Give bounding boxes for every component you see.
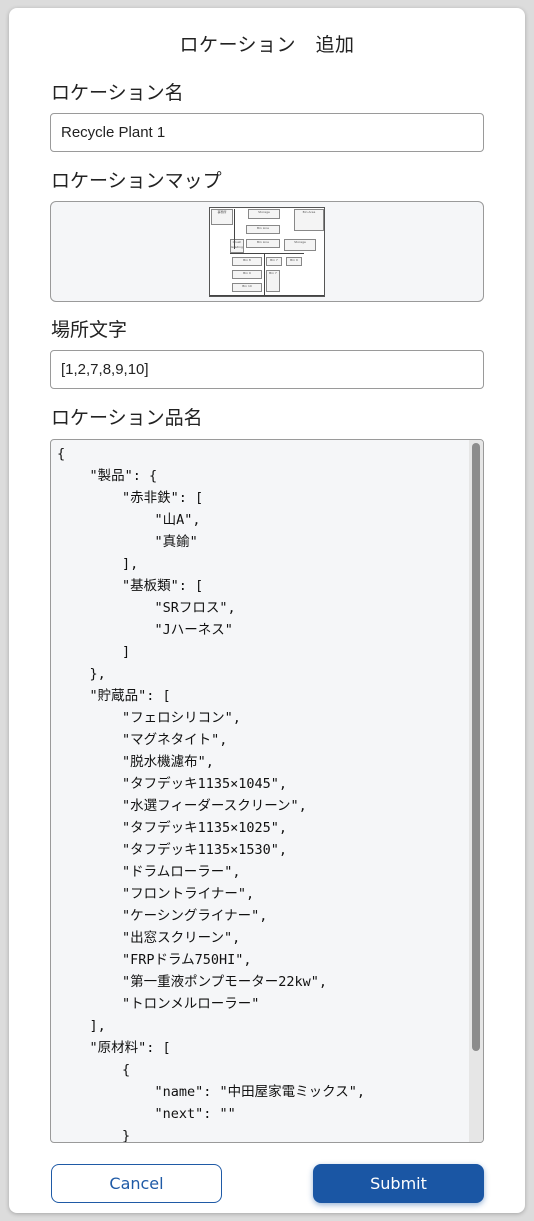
map-room: Bin 10: [232, 283, 262, 292]
cancel-button[interactable]: Cancel: [51, 1164, 222, 1203]
map-wall: [230, 253, 304, 254]
map-room: Storage: [248, 209, 280, 219]
submit-button[interactable]: Submit: [313, 1164, 484, 1203]
map-room: Bin Line: [246, 225, 280, 234]
map-room: 事務所: [211, 209, 233, 225]
add-location-dialog: ロケーション 追加 ロケーション名 ロケーションマップ 事務所 Storage …: [9, 8, 525, 1213]
map-wall: [210, 295, 324, 296]
location-map-label: ロケーションマップ: [51, 170, 222, 192]
map-wall: [264, 254, 265, 296]
location-items-json[interactable]: { "製品": { "赤非鉄": [ "山A", "真鍮" ], "基板類": …: [57, 443, 365, 1142]
map-room: Bin 9: [286, 257, 302, 266]
location-name-input[interactable]: [50, 113, 484, 152]
place-chars-input[interactable]: [50, 350, 484, 389]
location-map-image: 事務所 Storage Bin Area Bin Line Crush Grad…: [209, 207, 325, 297]
map-room: Bin 9: [232, 270, 262, 279]
dialog-title: ロケーション 追加: [179, 34, 355, 56]
location-map-dropzone[interactable]: 事務所 Storage Bin Area Bin Line Crush Grad…: [50, 201, 484, 302]
map-room: Bin 7: [266, 257, 282, 266]
map-room: Bin 8: [232, 257, 262, 266]
textarea-scrollbar[interactable]: [469, 440, 483, 1142]
map-room: Storage: [284, 239, 316, 251]
location-items-label: ロケーション品名: [51, 407, 203, 429]
map-room: Bin 7: [266, 270, 280, 292]
map-room: Bin Area: [294, 209, 324, 231]
place-chars-label: 場所文字: [51, 319, 128, 341]
map-room: Bin Line: [246, 239, 280, 248]
location-name-label: ロケーション名: [51, 82, 184, 104]
map-wall: [234, 209, 235, 249]
scrollbar-thumb[interactable]: [472, 443, 480, 1051]
map-room: Crush Grading: [230, 239, 244, 253]
location-items-textarea[interactable]: { "製品": { "赤非鉄": [ "山A", "真鍮" ], "基板類": …: [50, 439, 484, 1143]
